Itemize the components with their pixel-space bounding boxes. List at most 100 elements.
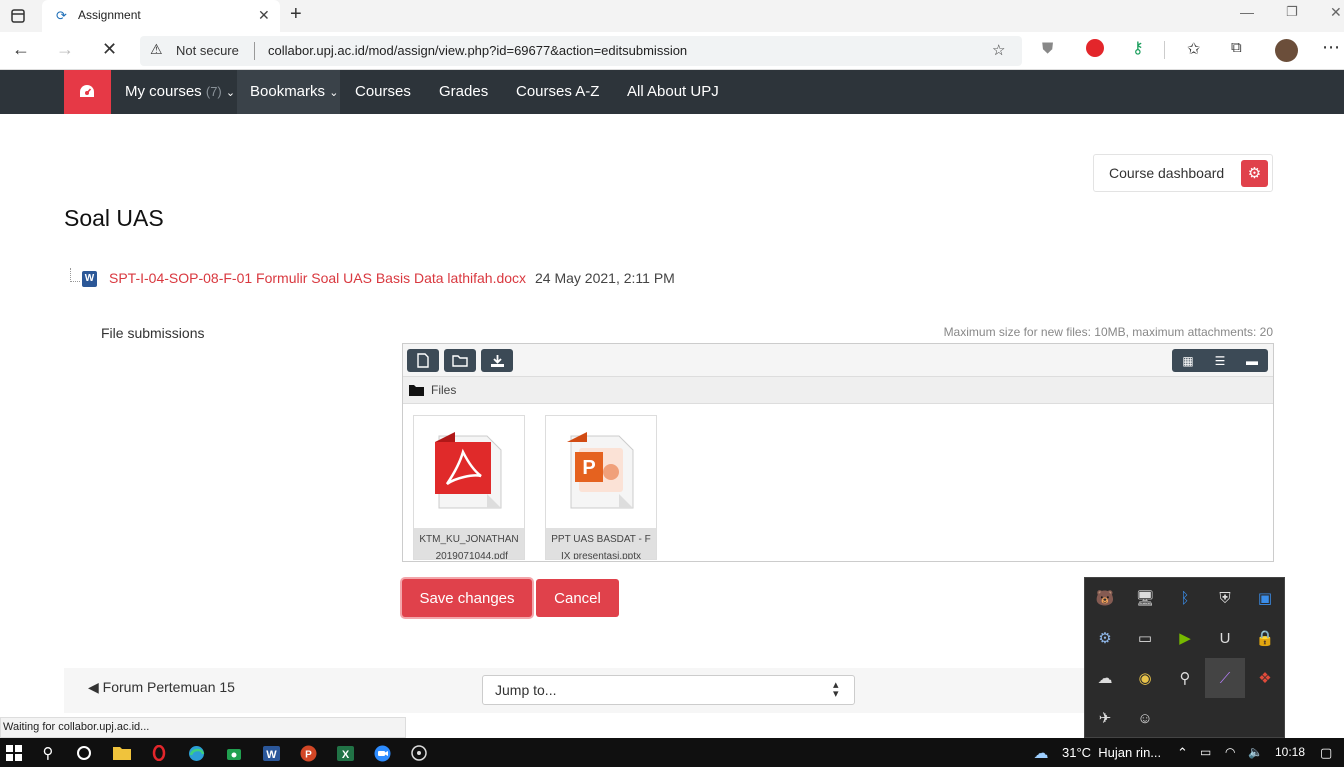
u-app-icon[interactable]: U [1205,618,1245,658]
steam-icon[interactable]: ⚙ [1085,618,1125,658]
attachment-link[interactable]: SPT-I-04-SOP-08-F-01 Formulir Soal UAS B… [109,270,526,286]
word-icon[interactable]: W [259,741,283,765]
more-menu-icon[interactable]: ⋯ [1322,37,1340,58]
svg-text:W: W [266,749,277,761]
tree-line [70,281,80,282]
svg-text:P: P [582,457,595,479]
volume-icon[interactable]: 🔈 [1248,738,1263,767]
close-tab-icon[interactable]: ✕ [258,7,270,24]
bear-app-icon[interactable]: 🐻 [1085,578,1125,618]
new-tab-icon[interactable]: + [290,3,302,26]
weather-text[interactable]: 31°C Hujan rin... [1062,738,1161,767]
tab-actions-icon[interactable] [4,2,32,30]
course-dashboard-button[interactable]: Course dashboard ⚙ [1093,154,1273,192]
grid-view-icon[interactable]: ▦ [1172,354,1204,368]
opera-icon[interactable] [147,741,171,765]
create-folder-button[interactable] [444,349,476,372]
max-size-note: Maximum size for new files: 10MB, maximu… [943,325,1273,339]
windows-start-icon[interactable] [2,741,26,765]
colorful-app-icon[interactable]: ❖ [1245,658,1285,698]
url-field[interactable]: ⚠ Not secure collabor.upj.ac.id/mod/assi… [140,36,1022,66]
svg-text:P: P [305,749,312,760]
word-document-icon: W [82,271,97,287]
browser-tab[interactable]: ⟳ Assignment ✕ [42,0,280,32]
close-window-icon[interactable]: ✕ [1330,4,1342,21]
attachment-date: 24 May 2021, 2:11 PM [535,270,675,286]
feather-app-icon[interactable]: ⟋ [1205,658,1245,698]
notifications-icon[interactable]: ▢ [1320,738,1332,767]
lock-icon[interactable]: 🔒 [1245,618,1285,658]
nav-grades[interactable]: Grades [439,70,488,114]
zoom-icon[interactable] [370,741,394,765]
nav-all-about-upj[interactable]: All About UPJ [627,70,719,114]
tray-overflow-popup: 🐻 🖥 ᛒ ⛨ ▣ ⚙ ▭ ▶ U 🔒 ☁ ◉ ⚲ ⟋ ❖ ✈ ☺ [1084,577,1285,738]
wifi-icon[interactable]: ◠ [1225,738,1235,767]
file-card-pdf[interactable]: KTM_KU_JONATHAN_2019071044.pdf [413,415,525,560]
nav-courses-a-z[interactable]: Courses A-Z [516,70,599,114]
shield-extension-icon[interactable]: ⛊ [1042,40,1053,57]
opera-extension-icon[interactable] [1086,39,1104,57]
obs-icon[interactable] [407,741,431,765]
collections-icon[interactable]: ⧉ [1231,39,1242,56]
security-label[interactable]: Not secure [176,43,239,58]
avatar[interactable] [1275,39,1298,62]
list-view-icon[interactable]: ☰ [1204,354,1236,368]
dashboard-home-button[interactable] [64,70,111,114]
display-check-icon[interactable]: ▭ [1125,618,1165,658]
back-icon[interactable]: ← [12,39,30,60]
monitor-icon[interactable]: 🖥 [1125,578,1165,618]
save-changes-button[interactable]: Save changes [402,579,532,617]
store-app-icon[interactable] [222,741,246,765]
forward-icon[interactable]: → [56,39,74,60]
download-all-button[interactable] [481,349,513,372]
folder-icon [409,385,424,396]
search-icon[interactable]: ⚲ [36,741,60,765]
security-shield-icon[interactable]: ⛨ [1205,578,1245,618]
previous-activity-link[interactable]: ◀ Forum Pertemuan 15 [88,679,235,696]
battery-icon[interactable]: ▭ [1200,738,1211,767]
tree-view-icon[interactable]: ▬ [1236,354,1268,368]
gear-icon[interactable]: ⚙ [1241,160,1268,187]
chevron-up-icon[interactable]: ⌃ [1177,738,1188,767]
edge-icon[interactable] [184,741,208,765]
add-file-button[interactable] [407,349,439,372]
nav-courses[interactable]: Courses [355,70,411,114]
browser-tab-bar: ⟳ Assignment ✕ + — ❐ ✕ [0,0,1344,32]
warning-icon[interactable]: ⚠ [150,41,163,58]
file-name: PPT UAS BASDAT - FIX presentasi.pptx [546,528,656,559]
nvidia-icon[interactable]: ▶ [1165,618,1205,658]
file-icon [417,353,429,368]
discord-icon[interactable]: ☺ [1125,698,1165,738]
pdf-icon [435,432,502,509]
clock-time[interactable]: 10:18 [1275,738,1305,767]
powerpoint-icon[interactable]: P [296,741,320,765]
plane-app-icon[interactable]: ✈ [1085,698,1125,738]
network-app-icon[interactable]: ▣ [1245,578,1285,618]
excel-icon[interactable]: X [333,741,357,765]
stop-loading-icon[interactable]: ✕ [102,39,117,60]
page-title: Soal UAS [64,205,164,231]
add-favorite-icon[interactable]: ☆ [992,41,1005,59]
file-manager-toolbar: ▦ ☰ ▬ [403,344,1273,377]
location-app-icon[interactable]: ⚲ [1165,658,1205,698]
nav-my-courses[interactable]: My courses (7) ⌄ [111,70,237,114]
favorites-icon[interactable]: ✩ [1187,39,1200,59]
url-text[interactable]: collabor.upj.ac.id/mod/assign/view.php?i… [268,43,687,58]
key-extension-icon[interactable]: ⚷ [1132,38,1144,58]
cancel-button[interactable]: Cancel [536,579,619,617]
windows-taskbar: ⚲ W P X ☁ 31°C Hujan rin... ⌃ ▭ ◠ 🔈 10:1… [0,738,1344,767]
folder-label[interactable]: Files [431,383,456,397]
disc-icon[interactable]: ◉ [1125,658,1165,698]
file-explorer-icon[interactable] [110,741,134,765]
minimize-icon[interactable]: — [1240,4,1254,20]
cortana-icon[interactable] [72,741,96,765]
file-card-pptx[interactable]: P PPT UAS BASDAT - FIX presentasi.pptx [545,415,657,560]
restore-icon[interactable]: ❐ [1286,4,1298,20]
bluetooth-icon[interactable]: ᛒ [1165,578,1205,618]
jump-to-select[interactable]: Jump to... ▴ ▾ [482,675,855,705]
site-navbar: My courses (7) ⌄ Bookmarks ⌄ Courses Gra… [0,70,1344,114]
course-dashboard-label: Course dashboard [1109,165,1225,181]
cloud-icon[interactable]: ☁ [1085,658,1125,698]
nav-bookmarks[interactable]: Bookmarks ⌄ [237,70,340,114]
weather-cloud-icon[interactable]: ☁ [1030,741,1052,765]
